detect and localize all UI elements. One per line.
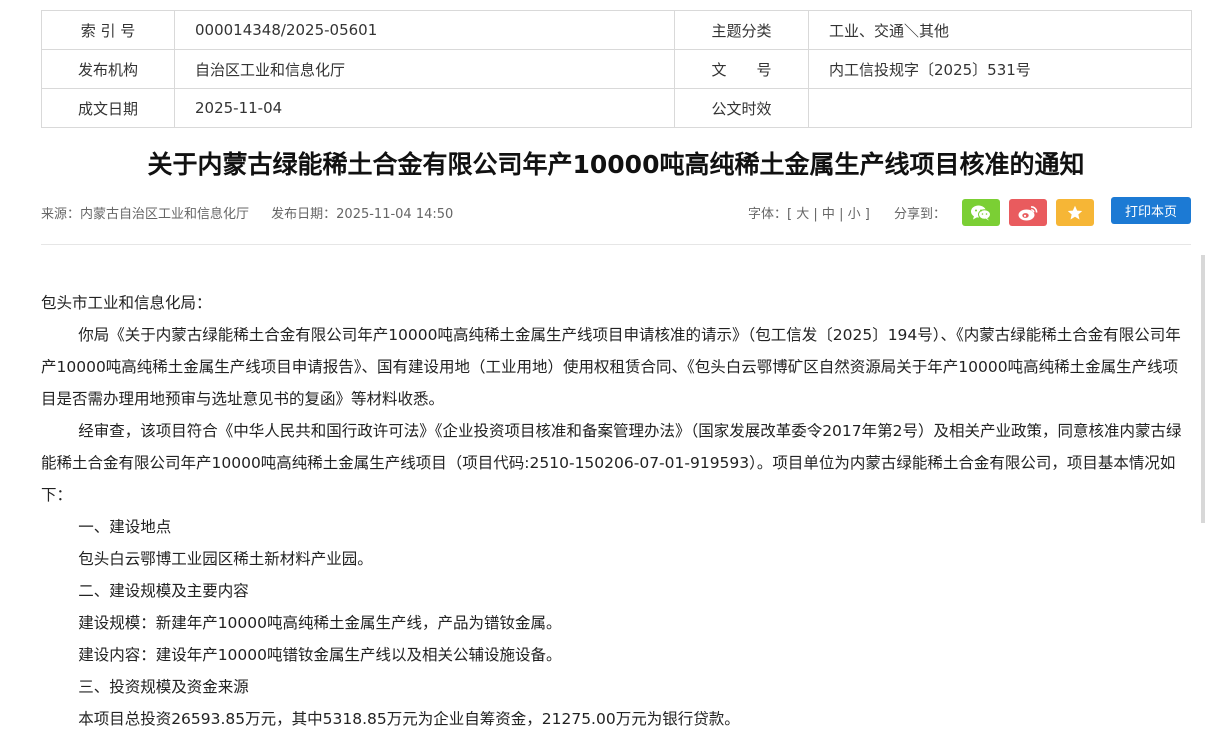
paragraph: 建设内容：建设年产10000吨镨钕金属生产线以及相关公辅设施设备。: [78, 646, 562, 664]
publish-date: 发布日期：2025-11-04 14:50: [271, 207, 454, 222]
font-size-medium-link[interactable]: 中: [822, 207, 835, 222]
weibo-icon: [1018, 205, 1038, 220]
written-date-value: 2025-11-04: [174, 88, 675, 128]
paragraph: 建设规模：新建年产10000吨高纯稀土金属生产线，产品为镨钕金属。: [78, 614, 562, 632]
article-body: 包头市工业和信息化局： 你局《关于内蒙古绿能稀土合金有限公司年产10000吨高纯…: [41, 287, 1193, 735]
document-meta-table: 索 引 号 000014348/2025-05601 主题分类 工业、交通＼其他…: [41, 10, 1192, 128]
font-size-close-bracket: ]: [864, 207, 870, 222]
document-number-value: 内工信投规字〔2025〕531号: [808, 49, 1192, 89]
font-size-large-link[interactable]: 大: [796, 207, 809, 222]
meta-row: 索 引 号 000014348/2025-05601 主题分类 工业、交通＼其他: [41, 10, 1192, 50]
source-text: 来源：内蒙古自治区工业和信息化厅: [41, 207, 250, 222]
share-wechat-button[interactable]: [962, 199, 1000, 226]
publisher-label: 发布机构: [41, 49, 175, 89]
paragraph: 包头白云鄂博工业园区稀土新材料产业园。: [78, 550, 373, 568]
print-button[interactable]: 打印本页: [1111, 197, 1191, 224]
share-label: 分享到：: [894, 207, 947, 222]
page-title: 关于内蒙古绿能稀土合金有限公司年产10000吨高纯稀土金属生产线项目核准的通知: [147, 150, 1085, 179]
topic-category-label: 主题分类: [674, 10, 809, 50]
paragraph: 你局《关于内蒙古绿能稀土合金有限公司年产10000吨高纯稀土金属生产线项目申请核…: [41, 326, 1181, 408]
divider: [41, 244, 1191, 245]
topic-category-value: 工业、交通＼其他: [808, 10, 1192, 50]
validity-label: 公文时效: [674, 88, 809, 128]
font-size-open-bracket: [: [787, 207, 793, 222]
meta-row: 成文日期 2025-11-04 公文时效: [41, 88, 1192, 128]
validity-value: [808, 88, 1192, 128]
index-number-value: 000014348/2025-05601: [174, 10, 675, 50]
paragraph: 经审查，该项目符合《中华人民共和国行政许可法》《企业投资项目核准和备案管理办法》…: [41, 422, 1182, 504]
font-size-control: 字体：[ 大 | 中 | 小 ]: [748, 203, 870, 222]
wechat-icon: [971, 205, 991, 220]
section-heading: 二、建设规模及主要内容: [78, 582, 249, 600]
written-date-label: 成文日期: [41, 88, 175, 128]
share-favorite-button[interactable]: [1056, 199, 1094, 226]
publisher-value: 自治区工业和信息化厅: [174, 49, 675, 89]
share-weibo-button[interactable]: [1009, 199, 1047, 226]
article-info: 来源：内蒙古自治区工业和信息化厅 发布日期：2025-11-04 14:50: [41, 203, 453, 222]
font-size-separator: |: [813, 207, 818, 222]
section-heading: 三、投资规模及资金来源: [78, 678, 249, 696]
paragraph: 本项目总投资26593.85万元，其中5318.85万元为企业自筹资金，2127…: [78, 710, 740, 728]
scrollbar-thumb[interactable]: [1201, 255, 1205, 523]
font-size-separator: |: [839, 207, 844, 222]
index-number-label: 索 引 号: [41, 10, 175, 50]
document-number-label: 文 号: [674, 49, 809, 89]
salutation: 包头市工业和信息化局：: [41, 294, 212, 312]
font-size-label: 字体：: [748, 207, 788, 222]
section-heading: 一、建设地点: [78, 518, 172, 536]
meta-row: 发布机构 自治区工业和信息化厅 文 号 内工信投规字〔2025〕531号: [41, 49, 1192, 89]
star-icon: [1067, 205, 1083, 219]
font-size-small-link[interactable]: 小: [848, 207, 861, 222]
